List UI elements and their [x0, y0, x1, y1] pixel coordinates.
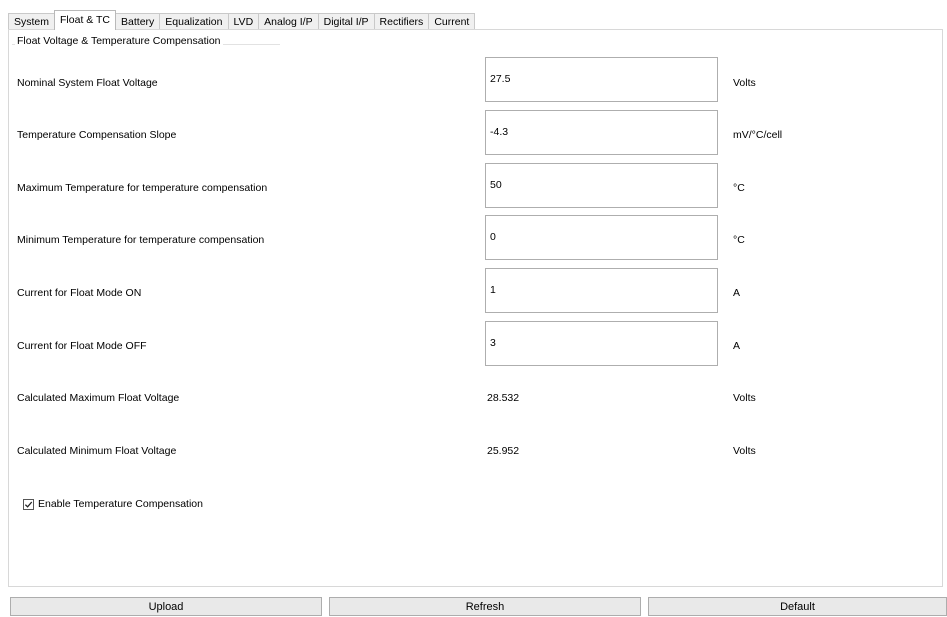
tab-system[interactable]: System: [8, 13, 56, 30]
max-temp-label: Maximum Temperature for temperature comp…: [17, 182, 268, 194]
calc-max-float-voltage-unit: Volts: [733, 392, 756, 404]
nominal-float-voltage-input[interactable]: 27.5: [485, 57, 718, 102]
enable-tc-row: Enable Temperature Compensation: [23, 498, 203, 510]
tab-bar: System Float & TC Battery Equalization L…: [8, 10, 476, 30]
tc-slope-label: Temperature Compensation Slope: [17, 129, 177, 141]
enable-tc-label[interactable]: Enable Temperature Compensation: [38, 498, 203, 510]
tab-equalization[interactable]: Equalization: [159, 13, 229, 30]
enable-tc-checkbox[interactable]: [23, 498, 34, 510]
calc-min-float-voltage-value: 25.952: [487, 445, 520, 457]
tab-battery[interactable]: Battery: [115, 13, 161, 30]
tab-lvd[interactable]: LVD: [227, 13, 260, 30]
tab-float-tc[interactable]: Float & TC: [54, 10, 117, 30]
default-button[interactable]: Default: [648, 597, 947, 616]
tab-analog-ip[interactable]: Analog I/P: [258, 13, 319, 30]
tab-digital-ip[interactable]: Digital I/P: [317, 13, 375, 30]
calc-min-float-voltage-label: Calculated Minimum Float Voltage: [17, 445, 177, 457]
nominal-float-voltage-unit: Volts: [733, 77, 756, 89]
tc-slope-input[interactable]: -4.3: [485, 110, 718, 155]
float-off-current-unit: A: [733, 340, 741, 352]
tc-slope-unit: mV/°C/cell: [733, 129, 783, 141]
float-off-current-label: Current for Float Mode OFF: [17, 340, 147, 352]
max-temp-unit: °C: [733, 182, 745, 194]
upload-button[interactable]: Upload: [10, 597, 322, 616]
float-on-current-input[interactable]: 1: [485, 268, 718, 313]
float-on-current-label: Current for Float Mode ON: [17, 287, 142, 299]
nominal-float-voltage-label: Nominal System Float Voltage: [17, 77, 158, 89]
calc-max-float-voltage-value: 28.532: [487, 392, 520, 404]
float-on-current-unit: A: [733, 287, 741, 299]
float-off-current-input[interactable]: 3: [485, 321, 718, 366]
calc-max-float-voltage-label: Calculated Maximum Float Voltage: [17, 392, 180, 404]
max-temp-input[interactable]: 50: [485, 163, 718, 208]
check-icon: [24, 501, 33, 508]
min-temp-label: Minimum Temperature for temperature comp…: [17, 234, 265, 246]
refresh-button[interactable]: Refresh: [329, 597, 641, 616]
calc-min-float-voltage-unit: Volts: [733, 445, 756, 457]
tab-rectifiers[interactable]: Rectifiers: [373, 13, 430, 30]
group-title: Float Voltage & Temperature Compensation: [15, 35, 223, 47]
min-temp-unit: °C: [733, 234, 745, 246]
tab-current[interactable]: Current: [428, 13, 476, 30]
min-temp-input[interactable]: 0: [485, 215, 718, 260]
